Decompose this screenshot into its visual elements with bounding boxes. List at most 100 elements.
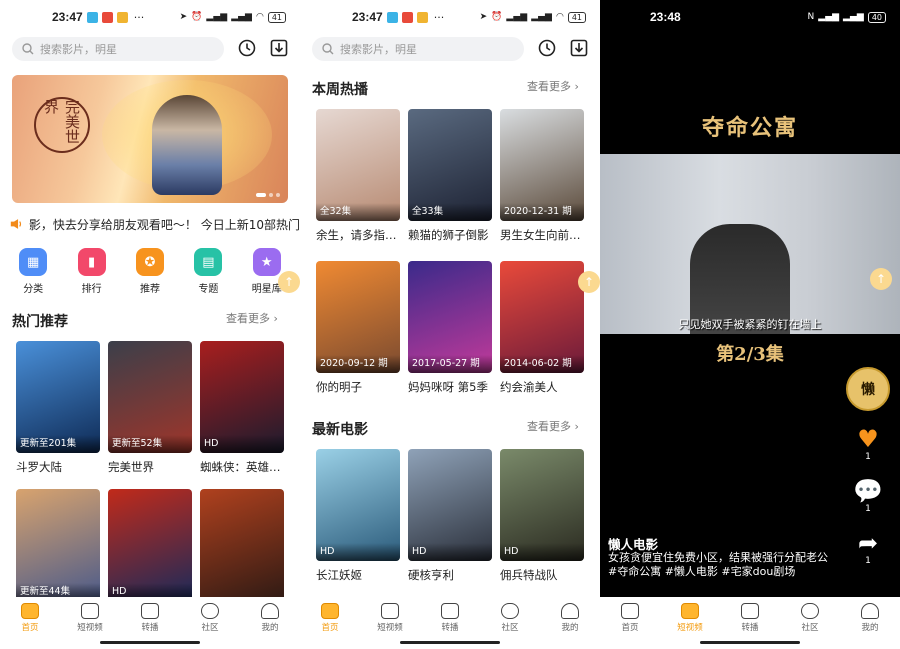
like-button[interactable]: ♥ 1: [852, 426, 884, 462]
video-card[interactable]: HD 硬核亨利: [408, 449, 492, 583]
video-title: 赖猫的狮子倒影: [408, 228, 489, 242]
community-icon: [201, 603, 219, 619]
profile-icon: [261, 603, 279, 619]
video-card[interactable]: HD 蜘蛛侠：英雄…: [200, 341, 284, 475]
weekly-hot-grid: 全32集 余生，请多指… 全33集 赖猫的狮子倒影 2020-12-31 期男生女生向前…: [316, 109, 584, 395]
heart-icon: ♥: [857, 425, 879, 453]
view-more-link[interactable]: 查看更多 ›: [226, 310, 278, 326]
tab-label: 首页: [621, 623, 639, 633]
category-label: 专题: [198, 284, 219, 295]
more-notifications: ···: [133, 10, 145, 24]
hot-recommend-grid: 更新至201集 斗罗大陆 更新至52集 完美世界 HD 蜘蛛侠：英雄… 更新至44集 HD: [16, 341, 284, 623]
community-icon: [501, 603, 519, 619]
profile-icon: [861, 603, 879, 619]
tab-profile[interactable]: 我的: [246, 603, 294, 649]
banner-pager: [256, 193, 280, 197]
comment-button[interactable]: 💬 1: [852, 478, 884, 514]
status-time: 23:47: [352, 10, 383, 24]
video-title: 蜘蛛侠：英雄…: [200, 460, 281, 474]
episode-badge: HD: [500, 543, 584, 561]
video-poster: 2020-12-31 期: [500, 109, 584, 221]
category-item[interactable]: ▤ 专题: [183, 248, 233, 295]
episode-badge: 2020-09-12 期: [316, 355, 400, 373]
video-title: 余生，请多指…: [316, 228, 397, 242]
app-notification-icon: [116, 11, 128, 23]
tab-profile[interactable]: 我的: [546, 603, 594, 649]
tab-home[interactable]: 首页: [6, 603, 54, 649]
video-title: 佣兵特战队: [500, 568, 558, 582]
view-more-link[interactable]: 查看更多 ›: [527, 418, 579, 434]
video-card[interactable]: 更新至201集 斗罗大陆: [16, 341, 100, 475]
video-card[interactable]: 全33集 赖猫的狮子倒影: [408, 109, 492, 243]
video-card[interactable]: 2014-06-02 期约会渝美人: [500, 261, 584, 395]
video-title: 长江妖姬: [316, 568, 362, 582]
history-icon[interactable]: [237, 38, 257, 58]
floating-assist-icon[interactable]: ↑: [578, 271, 600, 293]
share-button[interactable]: ➦ 1: [852, 530, 884, 566]
drama-title: 夺命公寓: [701, 115, 798, 141]
video-card[interactable]: 更新至52集 完美世界: [108, 341, 192, 475]
video-card[interactable]: HD 佣兵特战队: [500, 449, 584, 583]
history-icon[interactable]: [537, 38, 557, 58]
featured-banner[interactable]: 完美世界: [12, 75, 288, 203]
video-description: 女孩贪便宜住免费小区，结果被强行分配老公#夺命公寓 #懒人电影 #宅家dou剧场: [608, 551, 828, 578]
video-poster: [200, 489, 284, 601]
video-title: 完美世界: [108, 460, 154, 474]
category-item[interactable]: ▦ 分类: [8, 248, 58, 295]
view-more-link[interactable]: 查看更多 ›: [527, 78, 579, 94]
video-card[interactable]: HD 长江妖姬: [316, 449, 400, 583]
app-notification-icon: [386, 11, 398, 23]
chevron-right-icon: ›: [574, 420, 579, 433]
tab-label: 首页: [21, 623, 39, 633]
search-placeholder: 搜索影片，明星: [40, 43, 117, 56]
search-input[interactable]: 搜索影片，明星: [12, 37, 224, 61]
video-poster: 2020-09-12 期: [316, 261, 400, 373]
video-title: 约会渝美人: [500, 380, 558, 394]
search-input[interactable]: 搜索影片，明星: [312, 37, 524, 61]
video-card[interactable]: 全32集 余生，请多指…: [316, 109, 400, 243]
status-bar: 23:48 N ▂▄▆ ▂▄▆ 40: [600, 0, 900, 34]
search-icon: [322, 43, 334, 55]
download-icon[interactable]: [569, 38, 589, 58]
profile-icon: [561, 603, 579, 619]
download-icon[interactable]: [269, 38, 289, 58]
signal-icon: ▂▄▆: [843, 12, 864, 22]
tab-profile[interactable]: 我的: [846, 603, 894, 649]
section-title: 本周热播: [312, 82, 368, 98]
community-icon: [801, 603, 819, 619]
short-video-icon: [81, 603, 99, 619]
tab-home[interactable]: 首页: [606, 603, 654, 649]
tab-home[interactable]: 首页: [306, 603, 354, 649]
category-icon: ▤: [194, 248, 223, 276]
video-poster: 2017-05-27 期: [408, 261, 492, 373]
episode-badge: 2020-12-31 期: [500, 203, 584, 221]
tab-label: 我的: [261, 623, 279, 633]
category-item[interactable]: ✪ 推荐: [125, 248, 175, 295]
author-avatar[interactable]: 懒: [846, 367, 890, 411]
category-item[interactable]: ▮ 排行: [67, 248, 117, 295]
episode-badge: 2017-05-27 期: [408, 355, 492, 373]
floating-assist-icon[interactable]: ↑: [870, 268, 892, 290]
app-notification-icon: [101, 11, 113, 23]
tab-label: 社区: [201, 623, 219, 633]
video-title: 男生女生向前…: [500, 228, 581, 242]
home-indicator: [400, 641, 500, 644]
video-title: 你的明子: [316, 380, 362, 394]
floating-assist-icon[interactable]: ↑: [278, 271, 300, 293]
status-bar: 23:47 ··· ➤ ⏰ ▂▄▆ ▂▄▆ ◠ 41: [0, 0, 300, 34]
home-icon: [621, 603, 639, 619]
signal-icon: ▂▄▆: [231, 12, 252, 22]
video-card[interactable]: 2020-12-31 期男生女生向前…: [500, 109, 584, 243]
video-card[interactable]: 2017-05-27 期妈妈咪呀 第5季: [408, 261, 492, 395]
short-video-icon: [381, 603, 399, 619]
video-card[interactable]: 2020-09-12 期你的明子: [316, 261, 400, 395]
video-poster: HD: [108, 489, 192, 601]
episode-label: 第2/3集: [716, 344, 784, 365]
tab-label: 转播: [741, 623, 759, 633]
episode-badge: HD: [200, 435, 284, 453]
episode-badge: HD: [408, 543, 492, 561]
video-frame[interactable]: [600, 154, 900, 334]
home-screen: 23:47 ··· ➤ ⏰ ▂▄▆ ▂▄▆ ◠ 41 搜索影片，明星 完美世界 …: [0, 0, 300, 649]
home-screen-scrolled: 23:47 ··· ➤ ⏰ ▂▄▆ ▂▄▆ ◠ 41 搜索影片，明星 本周热播 …: [300, 0, 600, 649]
alarm-icon: ⏰: [491, 12, 503, 22]
